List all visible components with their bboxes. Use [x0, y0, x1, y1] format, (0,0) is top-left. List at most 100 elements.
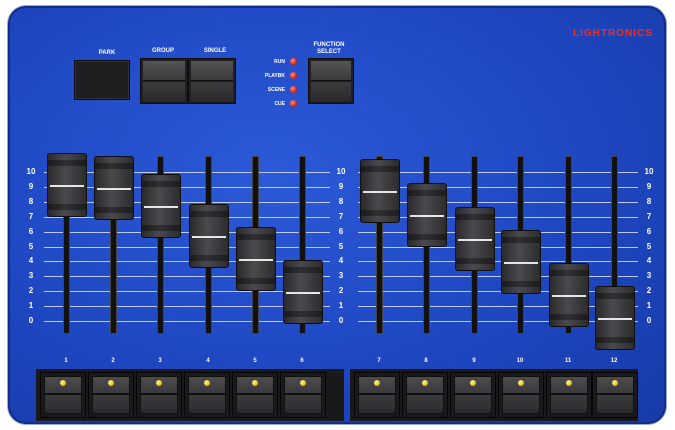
- flash-button-5[interactable]: [232, 372, 278, 418]
- mode-led-cue: [290, 100, 297, 107]
- flash-button-10[interactable]: [498, 372, 544, 418]
- scale-gridline: [44, 231, 330, 233]
- mode-label-playbk: PLAYBK: [264, 73, 285, 79]
- scale-label-mid: 4: [338, 256, 344, 266]
- fader-1[interactable]: [47, 152, 87, 217]
- flash-button-1[interactable]: [40, 372, 86, 418]
- flash-led: [374, 380, 380, 386]
- fader-12[interactable]: [595, 285, 635, 350]
- scale-label-right: 8: [646, 196, 652, 206]
- park-label: PARK: [98, 50, 116, 56]
- scale-label-mid: 2: [338, 286, 344, 296]
- scale-label-right: 4: [646, 256, 652, 266]
- flash-led: [566, 380, 572, 386]
- scale-label-right: 9: [646, 181, 652, 191]
- channel-number: 8: [424, 358, 428, 364]
- scale-gridline: [44, 216, 330, 218]
- scale-label-mid: 8: [338, 196, 344, 206]
- fader-3[interactable]: [141, 173, 181, 238]
- scale-label-left: 3: [28, 271, 34, 281]
- mode-led-run: [290, 58, 297, 65]
- flash-led: [470, 380, 476, 386]
- group-label: GROUP: [151, 48, 174, 54]
- channel-number: 9: [472, 358, 476, 364]
- scale-label-mid: 5: [338, 241, 344, 251]
- scale-gridline: [358, 201, 638, 203]
- flash-led: [612, 380, 618, 386]
- flash-led: [422, 380, 428, 386]
- group-button[interactable]: [140, 58, 188, 104]
- scale-label-left: 2: [28, 286, 34, 296]
- fader-4[interactable]: [189, 203, 229, 268]
- flash-led: [108, 380, 114, 386]
- scale-gridline: [358, 186, 638, 188]
- flash-button-7[interactable]: [354, 372, 400, 418]
- scale-label-right: 5: [646, 241, 652, 251]
- flash-button-2[interactable]: [88, 372, 134, 418]
- scale-label-mid: 3: [338, 271, 344, 281]
- scale-label-right: 10: [644, 167, 654, 176]
- channel-number: 11: [564, 358, 572, 364]
- scale-gridline: [358, 276, 638, 278]
- fader-5[interactable]: [236, 227, 276, 292]
- flash-led: [204, 380, 210, 386]
- mode-led-scene: [290, 86, 297, 93]
- channel-number: 3: [158, 358, 162, 364]
- flash-button-8[interactable]: [402, 372, 448, 418]
- mode-label-cue: CUE: [274, 101, 285, 107]
- fader-9[interactable]: [455, 206, 495, 271]
- park-display: [74, 60, 130, 100]
- scale-label-left: 5: [28, 241, 34, 251]
- brand-logo-text: LIGHTRONICS: [573, 28, 653, 39]
- single-button[interactable]: [188, 58, 236, 104]
- scale-gridline: [358, 172, 638, 173]
- scale-label-left: 4: [28, 256, 34, 266]
- scale-gridline: [44, 246, 330, 248]
- fader-7[interactable]: [360, 158, 400, 223]
- flash-led: [252, 380, 258, 386]
- scale-label-left: 7: [28, 211, 34, 221]
- scale-label-mid: 7: [338, 211, 344, 221]
- scale-label-mid: 9: [338, 181, 344, 191]
- channel-number: 2: [111, 358, 115, 364]
- channel-number: 6: [300, 358, 304, 364]
- mode-label-scene: SCENE: [267, 87, 285, 93]
- fader-6[interactable]: [283, 260, 323, 325]
- scale-label-mid: 10: [336, 167, 346, 176]
- mode-led-playbk: [290, 72, 297, 79]
- flash-button-9[interactable]: [450, 372, 496, 418]
- flash-button-4[interactable]: [184, 372, 230, 418]
- fader-2[interactable]: [94, 155, 134, 220]
- fader-8[interactable]: [407, 182, 447, 247]
- console-panel: LIGHTRONICS PARK GROUP SINGLE RUN PLAYBK S…: [8, 6, 666, 424]
- flash-led: [60, 380, 66, 386]
- flash-button-12[interactable]: [592, 372, 638, 418]
- scale-label-left: 6: [28, 226, 34, 236]
- flash-button-6[interactable]: [280, 372, 326, 418]
- channel-number: 12: [610, 358, 618, 364]
- scale-label-mid: 1: [338, 301, 344, 311]
- mode-label-run: RUN: [274, 59, 285, 65]
- function-select-button[interactable]: [308, 58, 354, 104]
- fader-11[interactable]: [549, 263, 589, 328]
- scale-gridline: [358, 216, 638, 218]
- scale-label-left: 8: [28, 196, 34, 206]
- scale-label-right: 7: [646, 211, 652, 221]
- function-select-label: FUNCTION SELECT: [313, 42, 345, 55]
- scale-label-left: 1: [28, 301, 34, 311]
- flash-led: [156, 380, 162, 386]
- scale-label-right: 1: [646, 301, 652, 311]
- single-label: SINGLE: [203, 48, 227, 54]
- fader-10[interactable]: [501, 230, 541, 295]
- scale-label-left: 0: [28, 316, 34, 325]
- flash-button-3[interactable]: [136, 372, 182, 418]
- scale-label-left: 10: [26, 167, 36, 176]
- scale-label-right: 2: [646, 286, 652, 296]
- scale-label-right: 6: [646, 226, 652, 236]
- scale-label-right: 0: [646, 316, 652, 325]
- scale-label-right: 3: [646, 271, 652, 281]
- channel-number: 4: [206, 358, 210, 364]
- flash-button-11[interactable]: [546, 372, 592, 418]
- flash-led: [300, 380, 306, 386]
- scale-label-mid: 0: [338, 316, 344, 325]
